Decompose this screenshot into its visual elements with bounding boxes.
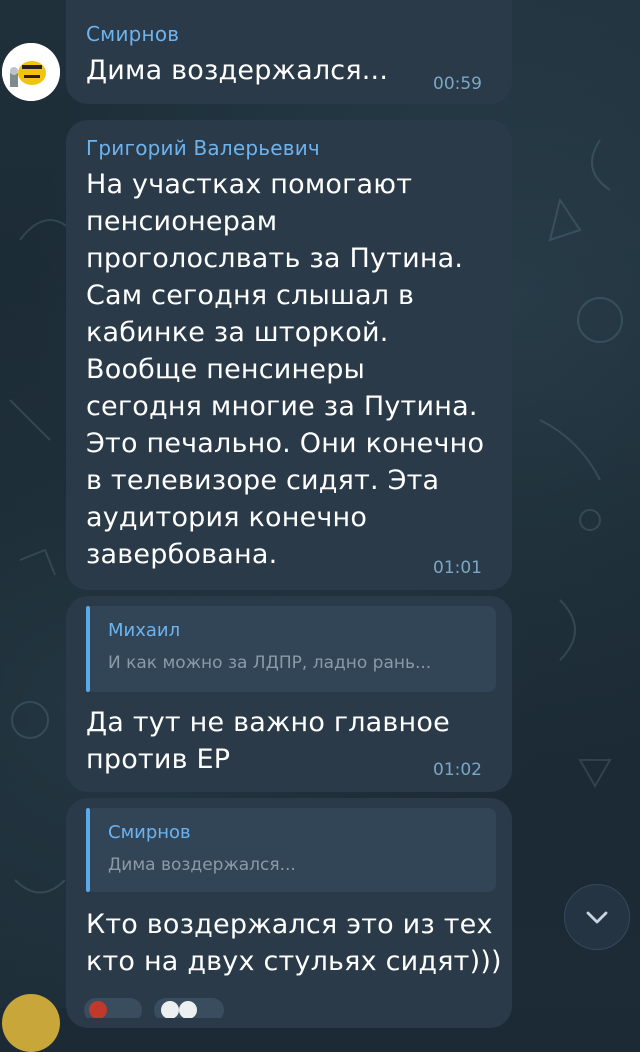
message-time: 01:01 (433, 558, 482, 578)
message-line: завербована. (86, 539, 278, 570)
message-line: против ЕР (86, 744, 231, 775)
message-line: Кто воздержался это из тех (86, 909, 493, 940)
reply-quote[interactable]: Михаил И как можно за ЛДПР, ладно рань..… (86, 606, 496, 692)
message-line: Вообще пенсинеры (86, 354, 366, 385)
message-line: кто на двух стульях сидят))) (86, 946, 502, 977)
message-line: кабинке за шторкой. (86, 317, 389, 348)
message-text: На участках помогают пенсионерам проголо… (86, 166, 484, 573)
message-line: проголослвать за Путина. (86, 243, 464, 274)
message-line: в телевизоре сидят. Эта (86, 465, 440, 496)
avatar[interactable] (2, 43, 60, 101)
reply-text: И как можно за ЛДПР, ладно рань... (108, 653, 432, 673)
message-line: сегодня многие за Путина. (86, 391, 478, 422)
message-text: Дима воздержался... (86, 55, 389, 86)
reply-sender: Смирнов (108, 822, 191, 843)
avatar-image (2, 43, 60, 101)
message-line: аудитория конечно (86, 502, 368, 533)
message-text: Кто воздержался это из тех кто на двух с… (86, 906, 502, 980)
message-time: 00:59 (433, 74, 482, 94)
message-line: Это печально. Они конечно (86, 428, 485, 459)
reply-text: Дима воздержался... (108, 855, 296, 875)
message-time: 01:02 (433, 760, 482, 780)
message-reactions[interactable] (84, 994, 224, 1018)
message-sender[interactable]: Смирнов (86, 22, 179, 46)
message-bubble[interactable]: Михаил И как можно за ЛДПР, ладно рань..… (66, 596, 512, 792)
message-line: Сам сегодня слышал в (86, 280, 415, 311)
reply-sender: Михаил (108, 620, 181, 641)
reply-quote[interactable]: Смирнов Дима воздержался... (86, 808, 496, 892)
message-sender[interactable]: Григорий Валерьевич (86, 136, 320, 160)
avatar[interactable] (2, 994, 60, 1052)
message-line: На участках помогают (86, 169, 413, 200)
message-bubble[interactable]: Смирнов Дима воздержался... 00:59 (66, 0, 512, 104)
message-text: Да тут не важно главное против ЕР (86, 704, 450, 778)
chevron-down-icon (586, 911, 608, 924)
message-line: пенсионерам (86, 206, 278, 237)
chat-area[interactable]: Смирнов Дима воздержался... 00:59 Григор… (0, 0, 640, 1052)
scroll-down-button[interactable] (564, 884, 630, 950)
message-line: Да тут не важно главное (86, 707, 450, 738)
message-bubble[interactable]: Григорий Валерьевич На участках помогают… (66, 120, 512, 590)
